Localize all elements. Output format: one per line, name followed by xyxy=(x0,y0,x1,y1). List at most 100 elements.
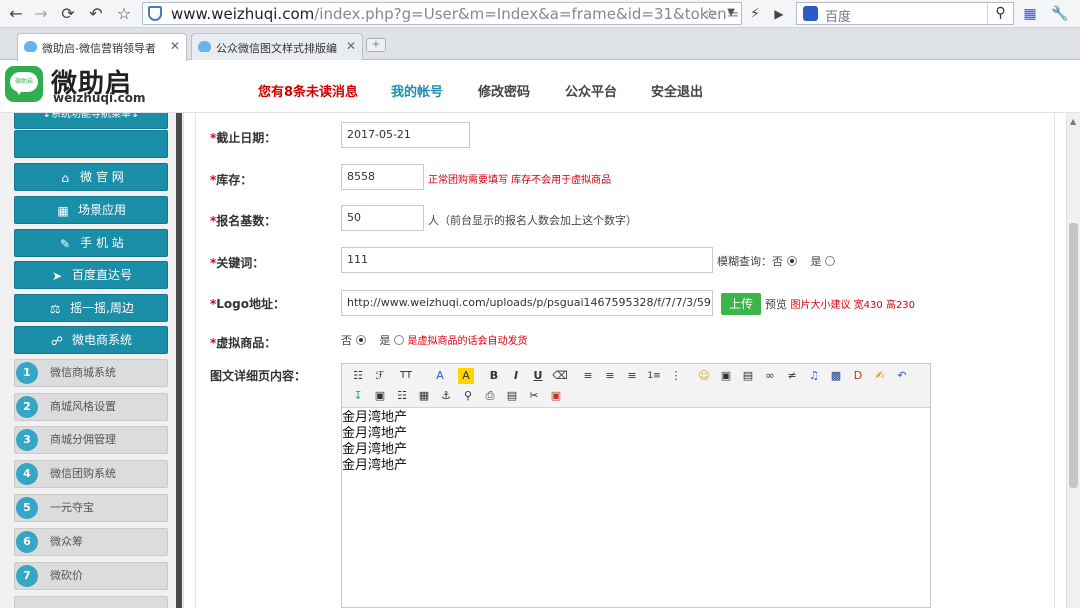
font-size-icon[interactable]: TT xyxy=(398,368,414,384)
virtual-goods-hint: 是虚拟商品的话会自动发货 xyxy=(407,336,528,347)
tab-label: 公众微信图文样式排版编 xyxy=(216,42,337,55)
virtual-no-radio[interactable] xyxy=(355,335,366,345)
stock-input[interactable]: 8558 xyxy=(341,164,424,190)
align-right-icon[interactable]: ≡ xyxy=(624,368,640,384)
emoji-icon[interactable]: ☺ xyxy=(696,368,712,384)
sidebar-subitem[interactable]: 4 微信团购系统 xyxy=(14,460,168,488)
wrench-icon[interactable]: 🔧 xyxy=(1050,4,1070,24)
scroll-up-icon[interactable]: ▲ xyxy=(1070,117,1076,126)
home-icon: ⌂ xyxy=(61,171,69,185)
sidebar-item-micro-site[interactable]: ⌂ 微 官 网 xyxy=(14,163,168,191)
address-bar[interactable]: www.weizhuqi.com/index.php?g=User&m=Inde… xyxy=(142,2,742,25)
sidebar-subitem[interactable]: 3 商城分佣管理 xyxy=(14,426,168,454)
play-icon[interactable]: ▶ xyxy=(769,4,789,24)
sidebar-subitem[interactable]: 2 商城风格设置 xyxy=(14,393,168,421)
paint-icon[interactable]: ✍ xyxy=(872,368,888,384)
align-left-icon[interactable]: ≡ xyxy=(580,368,596,384)
rich-text-editor[interactable]: ☷ ℱ TT A A B I U ⌫ ≡ ≡ ≡ 1≡ ⋮ ☺ ▣ ▤ ∞ ≠ … xyxy=(341,363,931,608)
step-number: 3 xyxy=(16,429,38,451)
virtual-yes-radio[interactable] xyxy=(394,335,404,345)
sidebar: ↕系统功能导航菜单↕ ⌂ 微 官 网 ▦ 场景应用 ✎ 手 机 站 ➤ 百度直达号 ⚖ 摇… xyxy=(0,113,184,608)
undo-icon[interactable]: ↶ xyxy=(86,4,106,24)
bold-icon[interactable]: B xyxy=(486,368,502,384)
chevron-down-icon[interactable]: ▼ xyxy=(727,7,735,18)
main-scrollbar[interactable]: ▲ xyxy=(1066,113,1080,608)
cut-icon[interactable]: ✂ xyxy=(526,388,542,404)
preview-link[interactable]: 预览 xyxy=(765,298,787,311)
virtual-goods-options: 否 是 是虚拟商品的话会自动发货 xyxy=(341,332,528,348)
upload-button[interactable]: 上传 xyxy=(721,293,761,315)
wechat-icon xyxy=(198,41,211,52)
base-count-input[interactable]: 50 xyxy=(341,205,424,231)
bookmark-star-icon[interactable]: ☆ xyxy=(703,4,717,23)
sidebar-scrollbar[interactable] xyxy=(176,113,182,608)
new-tab-icon[interactable]: + xyxy=(366,38,386,52)
forward-icon[interactable]: → xyxy=(31,4,51,24)
scrollbar-thumb[interactable] xyxy=(1069,223,1078,488)
nav-public-platform[interactable]: 公众平台 xyxy=(565,81,617,100)
font-family-icon[interactable]: ℱ xyxy=(372,368,388,384)
refresh-icon[interactable]: ⟳ xyxy=(58,4,78,24)
back-icon[interactable]: ← xyxy=(6,4,26,24)
sidebar-item-baidu[interactable]: ➤ 百度直达号 xyxy=(14,261,168,289)
logo-url-input[interactable]: http://www.weizhuqi.com/uploads/p/psguai… xyxy=(341,290,713,316)
sidebar-item-mobile-site[interactable]: ✎ 手 机 站 xyxy=(14,229,168,257)
sidebar-item-ecommerce[interactable]: ☍ 微电商系统 xyxy=(14,326,168,354)
lightning-icon[interactable]: ⚡ xyxy=(745,4,765,24)
undo-icon[interactable]: ↶ xyxy=(894,368,910,384)
search-box[interactable]: 百度 ⚲ xyxy=(796,2,1014,25)
nav-my-account[interactable]: 我的帐号 xyxy=(391,81,443,100)
eraser-icon[interactable]: ⌫ xyxy=(552,368,568,384)
preview-icon[interactable]: ⚲ xyxy=(460,388,476,404)
tab-wechat-style[interactable]: 公众微信图文样式排版编 ✕ xyxy=(191,33,363,60)
picture-icon[interactable]: ▣ xyxy=(372,388,388,404)
keyword-input[interactable]: 111 xyxy=(341,247,713,273)
apps-icon[interactable]: ▦ xyxy=(1020,4,1040,24)
editor-content[interactable]: 金月湾地产 金月湾地产 金月湾地产 金月湾地产 xyxy=(342,410,407,474)
sidebar-nav-toggle[interactable]: ↕系统功能导航菜单↕ xyxy=(14,113,168,129)
sidebar-subitem[interactable]: 1 微信商城系统 xyxy=(14,359,168,387)
url-text[interactable]: www.weizhuqi.com/index.php?g=User&m=Inde… xyxy=(171,4,739,24)
nav-logout[interactable]: 安全退出 xyxy=(651,81,703,100)
font-color-icon[interactable]: A xyxy=(432,368,448,384)
align-center-icon[interactable]: ≡ xyxy=(602,368,618,384)
ordered-list-icon[interactable]: 1≡ xyxy=(646,368,662,384)
nav-unread-messages[interactable]: 您有8条未读消息 xyxy=(258,81,358,100)
music-icon[interactable]: ♫ xyxy=(806,368,822,384)
table-icon[interactable]: ▦ xyxy=(416,388,432,404)
print-icon[interactable]: ⎙ xyxy=(482,388,498,404)
sidebar-subitem[interactable]: 5 一元夺宝 xyxy=(14,494,168,522)
multi-image-icon[interactable]: ▤ xyxy=(740,368,756,384)
italic-icon[interactable]: I xyxy=(508,368,524,384)
sidebar-item-shake[interactable]: ⚖ 摇一摇,周边 xyxy=(14,294,168,322)
search-icon[interactable]: ⚲ xyxy=(987,3,1013,24)
highlight-icon[interactable]: A xyxy=(458,368,474,384)
tab-weizhuqi[interactable]: 微助启-微信营销领导者 ✕ xyxy=(17,33,187,61)
template-icon[interactable]: ▤ xyxy=(504,388,520,404)
insert-icon[interactable]: ↧ xyxy=(350,388,366,404)
fullscreen-icon[interactable]: ▣ xyxy=(548,388,564,404)
flash-icon[interactable]: D xyxy=(850,368,866,384)
link-icon[interactable]: ∞ xyxy=(762,368,778,384)
sidebar-subitem-partial[interactable] xyxy=(14,596,168,608)
source-icon[interactable]: ☷ xyxy=(350,368,366,384)
fuzzy-no-radio[interactable] xyxy=(786,256,797,266)
close-icon[interactable]: ✕ xyxy=(170,39,180,53)
unlink-icon[interactable]: ≠ xyxy=(784,368,800,384)
unordered-list-icon[interactable]: ⋮ xyxy=(668,368,684,384)
sidebar-subitem[interactable]: 7 微砍价 xyxy=(14,562,168,590)
close-icon[interactable]: ✕ xyxy=(346,39,356,53)
base-count-label: *报名基数： xyxy=(210,214,277,228)
hr-icon[interactable]: ☷ xyxy=(394,388,410,404)
nav-change-password[interactable]: 修改密码 xyxy=(478,81,530,100)
sidebar-subitem[interactable]: 6 微众筹 xyxy=(14,528,168,556)
deadline-input[interactable]: 2017-05-21 xyxy=(341,122,470,148)
sidebar-item-scene[interactable]: ▦ 场景应用 xyxy=(14,196,168,224)
sidebar-account-button[interactable] xyxy=(14,130,168,158)
fuzzy-yes-radio[interactable] xyxy=(825,256,835,266)
anchor-icon[interactable]: ⚓ xyxy=(438,388,454,404)
image-icon[interactable]: ▣ xyxy=(718,368,734,384)
video-icon[interactable]: ▩ xyxy=(828,368,844,384)
underline-icon[interactable]: U xyxy=(530,368,546,384)
star-icon[interactable]: ☆ xyxy=(114,4,134,24)
